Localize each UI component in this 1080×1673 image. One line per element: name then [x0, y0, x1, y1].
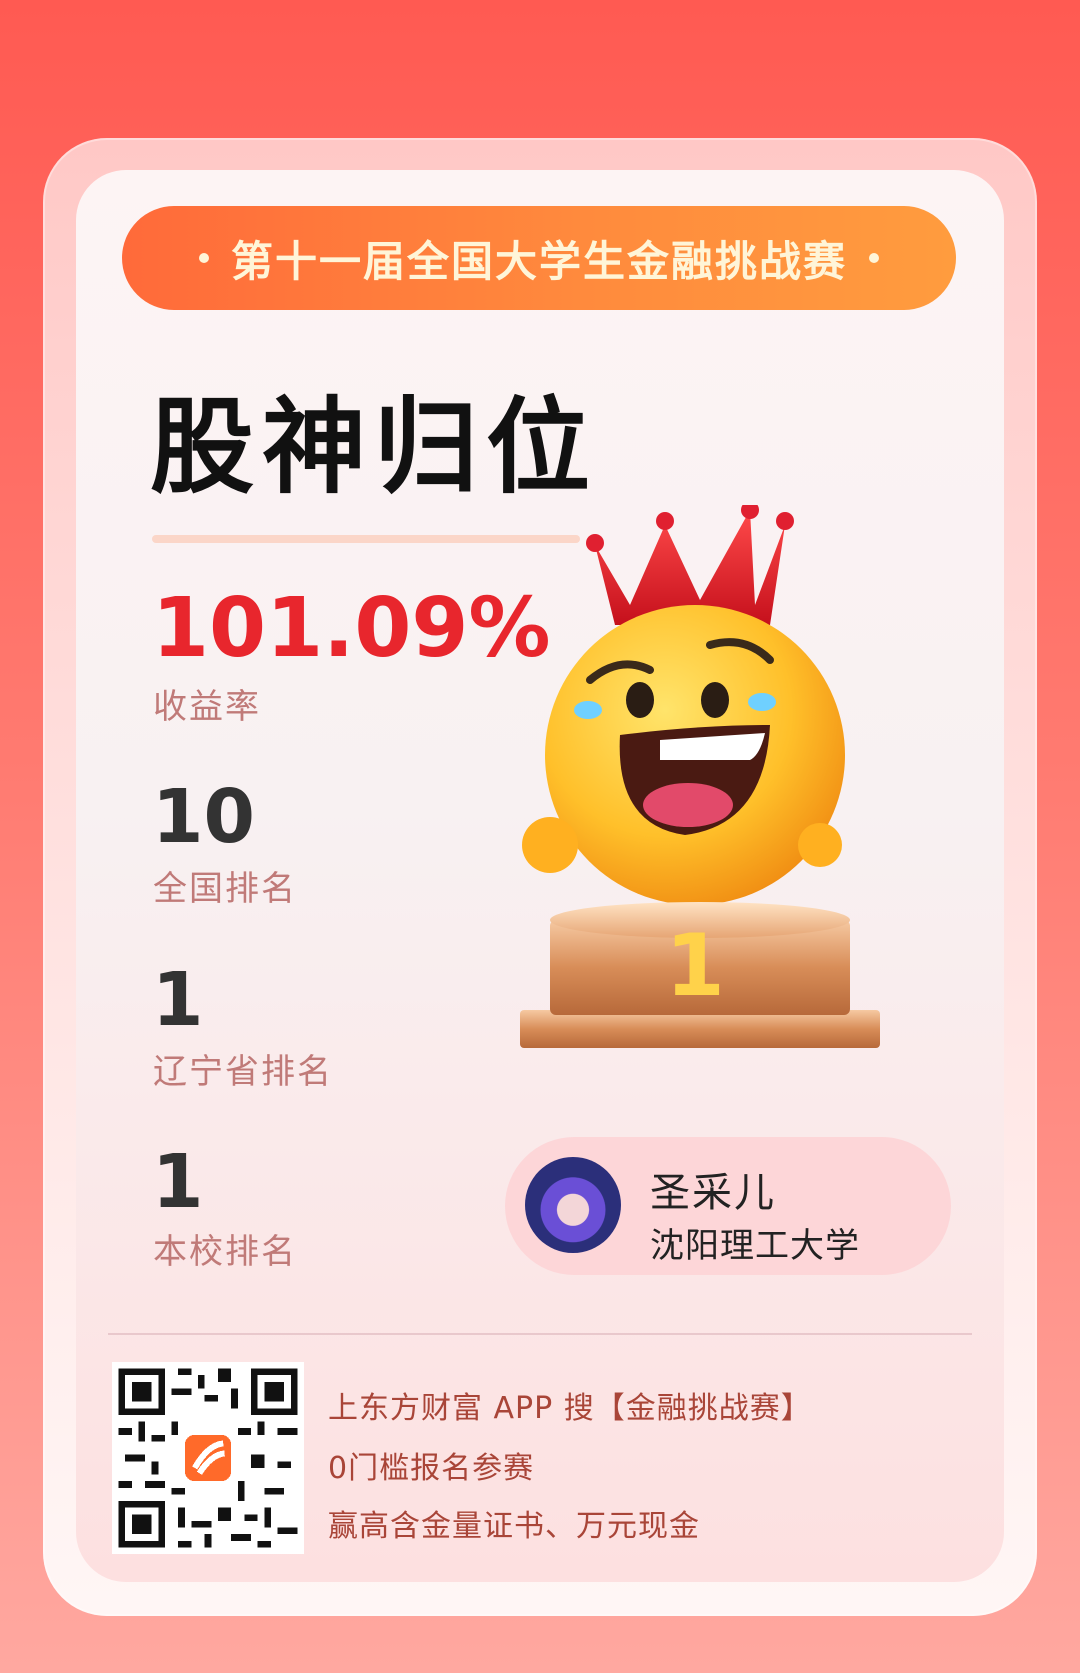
qr-code-icon — [112, 1362, 304, 1554]
footer-divider — [108, 1333, 972, 1335]
return-rate-label: 收益率 — [153, 687, 261, 727]
podium-rank-number: 1 — [665, 916, 725, 1016]
competition-title: 第十一届全国大学生金融挑战赛 — [230, 236, 847, 286]
eastmoney-logo-icon — [184, 1434, 232, 1482]
province-rank-label: 辽宁省排名 — [153, 1052, 333, 1092]
emoji-crown-podium-icon: 1 — [520, 505, 880, 1048]
user-school: 沈阳理工大学 — [650, 1226, 860, 1266]
laughing-face-icon — [522, 605, 845, 905]
return-rate-value: 101.09% — [152, 581, 551, 676]
footer-download-instruction: 上东方财富 APP 搜【金融挑战赛】 — [328, 1391, 812, 1426]
banner-dot-left — [198, 253, 209, 263]
national-rank-label: 全国排名 — [153, 869, 297, 909]
province-rank-value: 1 — [152, 957, 204, 1043]
competition-banner: 第十一届全国大学生金融挑战赛 — [122, 206, 956, 310]
footer-reward-text: 赢高含金量证书、万元现金 — [328, 1509, 700, 1544]
national-rank-value: 10 — [152, 774, 255, 860]
achievement-title: 股神归位 — [150, 386, 599, 508]
title-underline — [152, 535, 580, 543]
avatar — [525, 1157, 621, 1253]
school-rank-label: 本校排名 — [153, 1232, 297, 1272]
user-name: 圣采儿 — [650, 1170, 776, 1216]
banner-dot-right — [869, 253, 879, 263]
school-rank-value: 1 — [152, 1139, 204, 1225]
podium-icon: 1 — [520, 902, 880, 1048]
footer-signup-text: 0门槛报名参赛 — [328, 1451, 535, 1486]
